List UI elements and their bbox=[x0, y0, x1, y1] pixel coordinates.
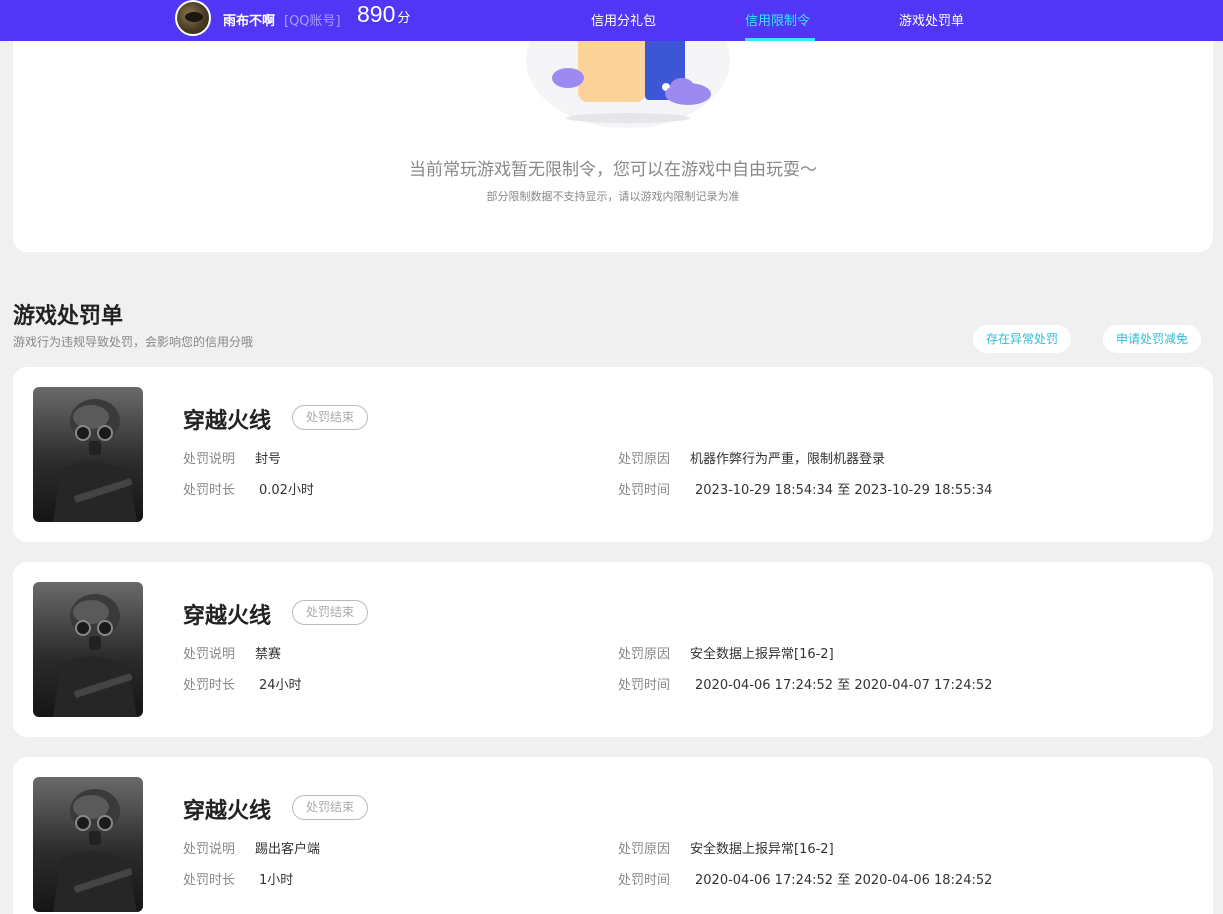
game-icon bbox=[33, 387, 143, 522]
penalty-time-label: 处罚时间 bbox=[618, 483, 671, 498]
no-restriction-message: 当前常玩游戏暂无限制令，您可以在游戏中自由玩耍～ bbox=[409, 160, 817, 180]
avatar[interactable] bbox=[175, 0, 211, 36]
penalty-duration-value: 24小时 bbox=[259, 678, 302, 693]
report-abnormal-penalty-button[interactable]: 存在异常处罚 bbox=[973, 325, 1072, 353]
penalty-time-label: 处罚时间 bbox=[618, 873, 671, 888]
penalty-desc-value: 踢出客户端 bbox=[255, 842, 321, 857]
penalty-duration-label: 处罚时长 bbox=[183, 678, 236, 693]
game-name: 穿越火线 bbox=[183, 604, 272, 629]
penalty-time-value: 2020-04-06 17:24:52 至 2020-04-07 17:24:5… bbox=[695, 678, 993, 693]
top-bar: 雨布不啊 [QQ账号] 890 分 信用分礼包 信用限制令 游戏处罚单 bbox=[0, 0, 1223, 41]
penalty-desc-value: 禁赛 bbox=[255, 647, 282, 662]
active-tab-indicator bbox=[745, 38, 815, 41]
penalty-desc-label: 处罚说明 bbox=[183, 452, 236, 467]
penalty-reason-label: 处罚原因 bbox=[618, 452, 671, 467]
section-title: 游戏处罚单 bbox=[13, 304, 124, 329]
penalty-card: 穿越火线 处罚结束 处罚说明 踢出客户端 处罚时长 1小时 处罚原因 安全数据上… bbox=[13, 757, 1213, 914]
penalty-reason-value: 机器作弊行为严重，限制机器登录 bbox=[690, 452, 886, 467]
tab-credit-restriction[interactable]: 信用限制令 bbox=[745, 10, 810, 29]
tab-game-penalty[interactable]: 游戏处罚单 bbox=[899, 10, 964, 29]
penalty-duration-label: 处罚时长 bbox=[183, 483, 236, 498]
restriction-note: 部分限制数据不支持显示，请以游戏内限制记录为准 bbox=[486, 190, 740, 203]
penalty-time-value: 2023-10-29 18:54:34 至 2023-10-29 18:55:3… bbox=[695, 483, 993, 498]
score-unit: 分 bbox=[397, 11, 411, 26]
status-badge: 处罚结束 bbox=[292, 600, 369, 625]
penalty-card: 穿越火线 处罚结束 处罚说明 封号 处罚时长 0.02小时 处罚原因 机器作弊行… bbox=[13, 367, 1213, 542]
penalty-desc-label: 处罚说明 bbox=[183, 647, 236, 662]
penalty-reason-value: 安全数据上报异常[16-2] bbox=[690, 842, 834, 857]
penalty-reason-label: 处罚原因 bbox=[618, 647, 671, 662]
tab-credit-gift[interactable]: 信用分礼包 bbox=[591, 10, 656, 29]
status-badge: 处罚结束 bbox=[292, 795, 369, 820]
status-badge: 处罚结束 bbox=[292, 405, 369, 430]
penalty-time-value: 2020-04-06 17:24:52 至 2020-04-06 18:24:5… bbox=[695, 873, 993, 888]
penalty-reason-value: 安全数据上报异常[16-2] bbox=[690, 647, 834, 662]
game-icon bbox=[33, 582, 143, 717]
account-type-tag: [QQ账号] bbox=[284, 14, 341, 29]
game-name: 穿越火线 bbox=[183, 799, 272, 824]
penalty-card: 穿越火线 处罚结束 处罚说明 禁赛 处罚时长 24小时 处罚原因 安全数据上报异… bbox=[13, 562, 1213, 737]
penalty-desc-value: 封号 bbox=[255, 452, 282, 467]
game-icon bbox=[33, 777, 143, 912]
penalty-time-label: 处罚时间 bbox=[618, 678, 671, 693]
credit-score: 890 分 bbox=[357, 1, 410, 28]
penalty-duration-value: 1小时 bbox=[259, 873, 294, 888]
penalty-desc-label: 处罚说明 bbox=[183, 842, 236, 857]
score-value: 890 bbox=[357, 1, 396, 27]
apply-penalty-reduction-button[interactable]: 申请处罚减免 bbox=[1103, 325, 1202, 353]
section-subtitle: 游戏行为违规导致处罚，会影响您的信用分哦 bbox=[13, 335, 254, 349]
penalty-reason-label: 处罚原因 bbox=[618, 842, 671, 857]
game-name: 穿越火线 bbox=[183, 409, 272, 434]
penalty-duration-label: 处罚时长 bbox=[183, 873, 236, 888]
penalty-duration-value: 0.02小时 bbox=[259, 483, 314, 498]
nickname: 雨布不啊 bbox=[223, 14, 276, 29]
